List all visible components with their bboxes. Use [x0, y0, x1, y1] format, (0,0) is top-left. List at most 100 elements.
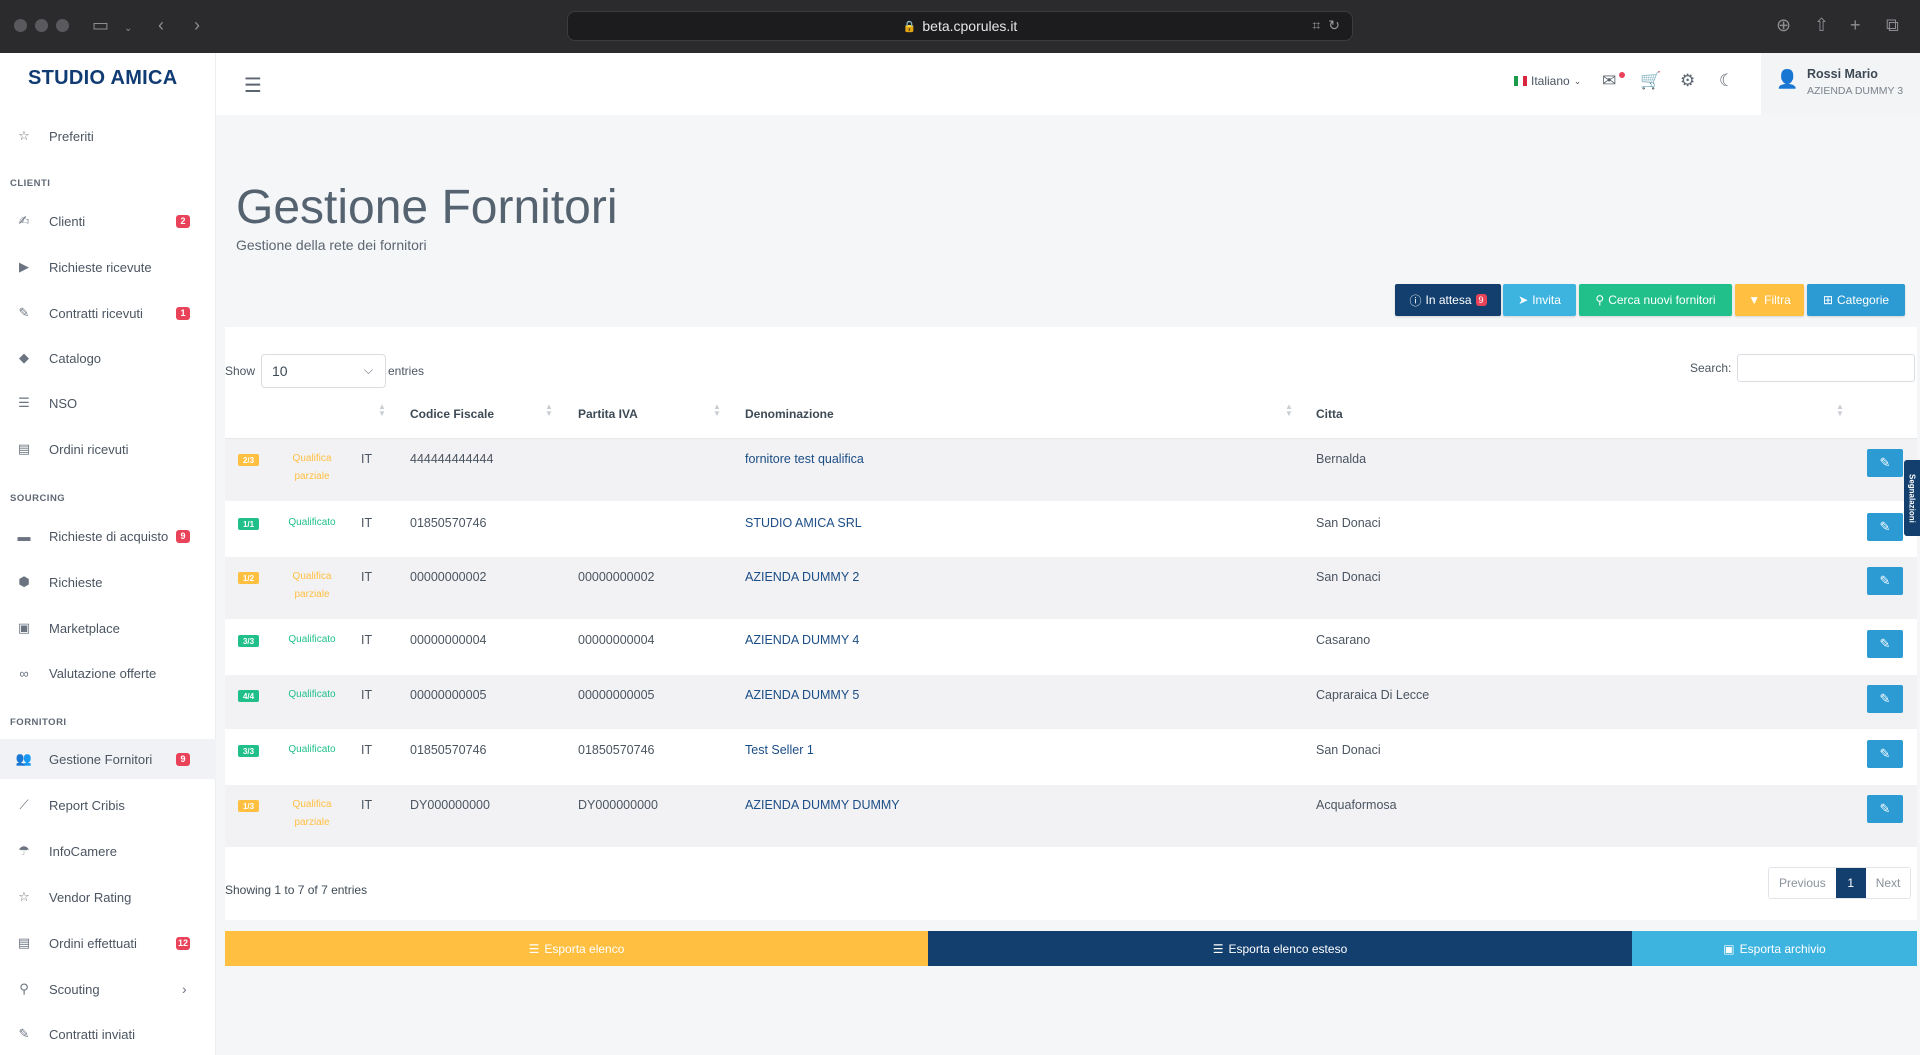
cart-icon[interactable]: 🛒	[1640, 71, 1661, 91]
codice-fiscale-cell: 00000000002	[410, 570, 487, 584]
sidebar-item-label: Ordini effettuati	[49, 935, 137, 951]
denominazione-link[interactable]: fornitore test qualifica	[745, 452, 864, 466]
dark-mode-icon[interactable]: ☾	[1719, 71, 1734, 91]
column-header-denominazione[interactable]: Denominazione	[745, 407, 834, 421]
sidebar-item-report-cribis[interactable]: ⟋ Report Cribis	[0, 785, 216, 825]
entries-label: entries	[388, 364, 425, 378]
edit-button[interactable]: ✎	[1867, 513, 1903, 541]
esporta-elenco-esteso-button[interactable]: ☰ Esporta elenco esteso	[928, 931, 1632, 966]
edit-button[interactable]: ✎	[1867, 685, 1903, 713]
reload-icon[interactable]: ↻	[1328, 17, 1340, 34]
sidebar-item-richieste[interactable]: ⬢ Richieste	[0, 562, 216, 602]
esporta-elenco-button[interactable]: ☰ Esporta elenco	[225, 931, 928, 966]
sidebar-item-richieste-di-acquisto[interactable]: ▬ Richieste di acquisto 9	[0, 516, 216, 556]
denominazione-link[interactable]: AZIENDA DUMMY 4	[745, 633, 859, 647]
in-attesa-button[interactable]: ⓘ In attesa 9	[1395, 284, 1501, 316]
translate-icon[interactable]: ⌗	[1312, 17, 1320, 34]
sidebar-item-valutazione-offerte[interactable]: ∞ Valutazione offerte	[0, 653, 216, 693]
edit-button[interactable]: ✎	[1867, 795, 1903, 823]
codice-fiscale-cell: 444444444444	[410, 452, 494, 466]
denominazione-link[interactable]: AZIENDA DUMMY 2	[745, 570, 859, 584]
esporta-archivio-button[interactable]: ▣ Esporta archivio	[1632, 931, 1917, 966]
share-icon[interactable]: ⇧	[1814, 15, 1829, 35]
segnalazioni-tab[interactable]: Segnalazioni	[1904, 460, 1920, 536]
sort-icon[interactable]: ▲ ▼	[1285, 403, 1293, 418]
sidebar-item-preferiti[interactable]: ☆ Preferiti	[0, 116, 216, 156]
edit-button[interactable]: ✎	[1867, 449, 1903, 477]
sidebar-item-ordini-ricevuti[interactable]: ▤ Ordini ricevuti	[0, 429, 216, 469]
tags-icon: ◆	[19, 350, 29, 365]
sidebar-item-nso[interactable]: ☰ NSO	[0, 383, 216, 423]
table-row: 2/3 Qualifica parziale IT 444444444444 forni…	[225, 439, 1917, 501]
sort-icon[interactable]: ▲ ▼	[545, 403, 553, 418]
sidebar-item-marketplace[interactable]: ▣ Marketplace	[0, 608, 216, 648]
hamburger-menu-icon[interactable]: ☰	[244, 73, 262, 98]
sidebar-section-fornitori: FORNITORI	[10, 717, 67, 728]
sort-icon[interactable]: ▲ ▼	[1836, 403, 1844, 418]
report-icon: ⟋	[19, 797, 29, 812]
mail-icon[interactable]: ✉	[1602, 71, 1616, 91]
file-signature-icon: ✎	[18, 305, 30, 320]
page-size-select[interactable]: 10 ⌵	[261, 354, 386, 388]
sidebar-toggle-icon[interactable]: ▭	[92, 15, 109, 35]
invita-button[interactable]: ➤ Invita	[1503, 284, 1576, 316]
sidebar-item-label: Vendor Rating	[49, 889, 132, 905]
sidebar-item-label: Clienti	[49, 213, 86, 229]
edit-button[interactable]: ✎	[1867, 567, 1903, 595]
denominazione-link[interactable]: Test Seller 1	[745, 743, 814, 757]
sidebar-item-ordini-effettuati[interactable]: ▤ Ordini effettuati 12	[0, 923, 216, 963]
pagination-previous[interactable]: Previous	[1769, 868, 1836, 898]
lock-icon: 🔒	[902, 20, 917, 33]
back-icon[interactable]: ‹	[158, 15, 164, 35]
sidebar-item-clienti[interactable]: ✍ Clienti 2	[0, 201, 216, 241]
sort-icon[interactable]: ▲ ▼	[713, 403, 721, 418]
sidebar-item-infocamere[interactable]: ☂ InfoCamere	[0, 831, 216, 871]
sidebar: STUDIO AMICA CLIENTI SOURCING FORNITORI ☆ Pr…	[0, 53, 216, 1055]
sidebar-item-richieste-ricevute[interactable]: ▶ Richieste ricevute	[0, 247, 216, 287]
column-header-partita-iva[interactable]: Partita IVA	[578, 407, 638, 421]
sidebar-item-gestione-fornitori[interactable]: 👥 Gestione Fornitori 9	[0, 739, 216, 779]
edit-button[interactable]: ✎	[1867, 630, 1903, 658]
sidebar-item-scouting[interactable]: ⚲ Scouting ›	[0, 969, 216, 1009]
forward-icon[interactable]: ›	[194, 15, 200, 35]
denominazione-link[interactable]: STUDIO AMICA SRL	[745, 516, 862, 530]
infinity-icon: ∞	[19, 665, 29, 681]
sidebar-item-contratti-inviati[interactable]: ✎ Contratti inviati	[0, 1014, 216, 1054]
sidebar-item-catalogo[interactable]: ◆ Catalogo	[0, 338, 216, 378]
archive-icon: ▣	[1723, 941, 1735, 956]
search-input[interactable]	[1737, 354, 1915, 382]
download-icon[interactable]: ⊕	[1776, 15, 1791, 35]
language-selector[interactable]: Italiano ⌄	[1514, 74, 1581, 88]
suppliers-table-card: Show 10 ⌵ entries Search: ▲ ▼ Codice Fisc…	[225, 327, 1917, 920]
denominazione-link[interactable]: AZIENDA DUMMY 5	[745, 688, 859, 702]
brand-logo[interactable]: STUDIO AMICA	[28, 67, 178, 90]
star-icon: ☆	[18, 128, 30, 143]
file-signature-icon: ✎	[18, 1026, 30, 1041]
sort-icon[interactable]: ▲ ▼	[378, 403, 386, 418]
pagination-next[interactable]: Next	[1865, 868, 1911, 898]
sidebar-item-contratti-ricevuti[interactable]: ✎ Contratti ricevuti 1	[0, 293, 216, 333]
column-header-codice-fiscale[interactable]: Codice Fiscale	[410, 407, 494, 421]
list-icon: ☰	[18, 395, 30, 410]
citta-cell: San Donaci	[1316, 743, 1381, 757]
address-bar[interactable]: 🔒 beta.cporules.it ⌗ ↻	[567, 11, 1353, 41]
chevron-down-icon[interactable]: ⌄	[124, 19, 132, 39]
window-controls[interactable]	[14, 19, 69, 32]
settings-icon[interactable]: ⚙	[1680, 71, 1695, 91]
new-tab-icon[interactable]: +	[1850, 15, 1861, 35]
edit-button[interactable]: ✎	[1867, 740, 1903, 768]
pagination-page-1[interactable]: 1	[1835, 868, 1866, 898]
notification-dot	[1619, 72, 1625, 78]
denominazione-link[interactable]: AZIENDA DUMMY DUMMY	[745, 798, 900, 812]
user-menu[interactable]: 👤 Rossi Mario AZIENDA DUMMY 3	[1761, 53, 1920, 115]
sidebar-item-label: Gestione Fornitori	[49, 751, 153, 767]
categorie-button[interactable]: ⊞ Categorie	[1807, 284, 1905, 316]
filtra-button[interactable]: ▼ Filtra	[1735, 284, 1804, 316]
tabs-overview-icon[interactable]: ⧉	[1886, 15, 1899, 35]
sidebar-item-vendor-rating[interactable]: ☆ Vendor Rating	[0, 877, 216, 917]
cerca-nuovi-fornitori-button[interactable]: ⚲ Cerca nuovi fornitori	[1579, 284, 1732, 316]
receipt-icon: ▤	[17, 935, 31, 950]
play-circle-icon: ▶	[19, 259, 29, 274]
sidebar-item-label: Richieste	[49, 574, 103, 590]
column-header-citta[interactable]: Citta	[1316, 407, 1343, 421]
